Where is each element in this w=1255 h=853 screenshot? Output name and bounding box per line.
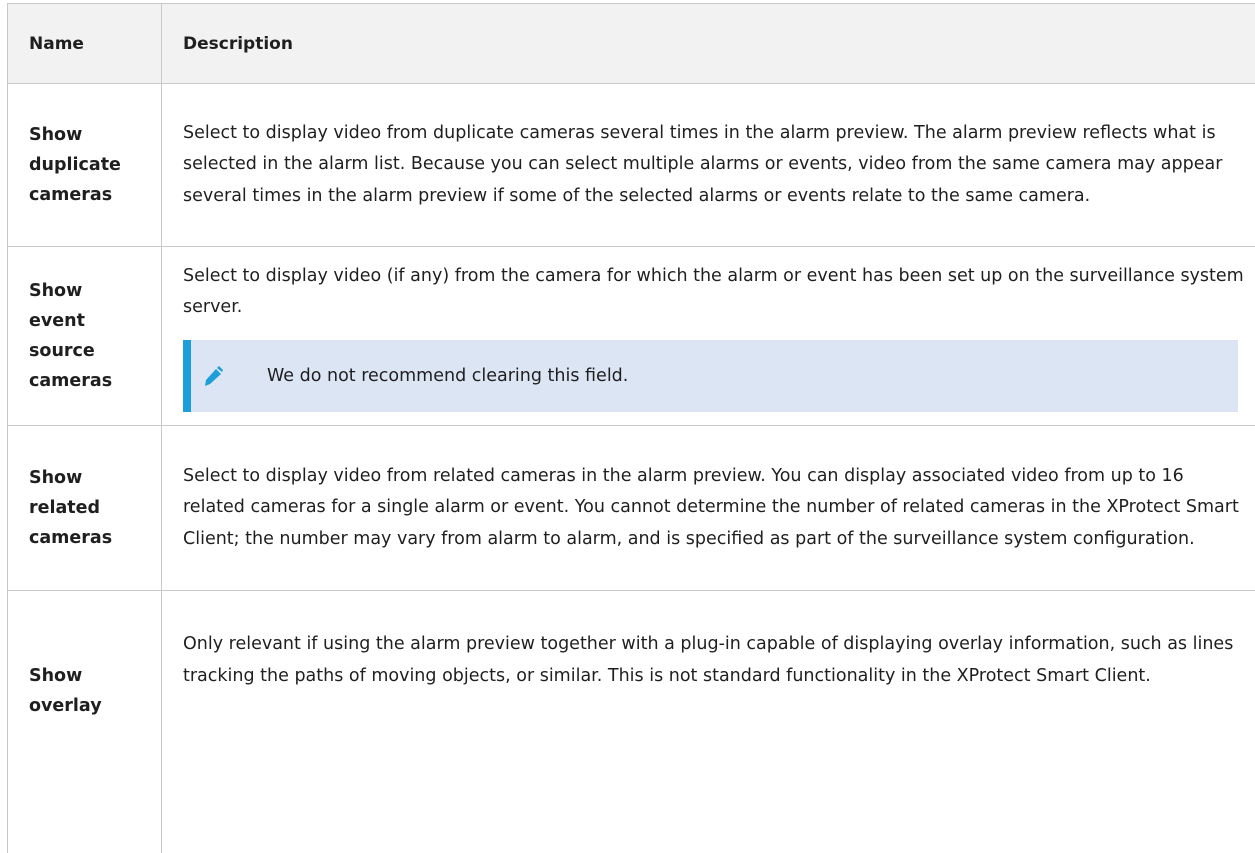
row-name-line: duplicate bbox=[29, 155, 121, 175]
row-name-cell: Show related cameras bbox=[8, 426, 162, 590]
header-name: Name bbox=[8, 4, 162, 83]
table-row: Show event source cameras Select to disp… bbox=[8, 247, 1255, 426]
row-name-line: related bbox=[29, 498, 101, 518]
settings-table: Name Description Show duplicate cameras … bbox=[7, 3, 1255, 853]
row-name-line: Show bbox=[29, 666, 83, 686]
row-description: Select to display video (if any) from th… bbox=[183, 265, 1244, 318]
table-header-row: Name Description bbox=[8, 4, 1255, 84]
row-name-cell: Show duplicate cameras bbox=[8, 84, 162, 246]
row-description: Select to display video from duplicate c… bbox=[183, 122, 1223, 206]
row-description-cell: Select to display video from duplicate c… bbox=[162, 84, 1255, 246]
row-name-line: event bbox=[29, 311, 85, 331]
table-row: Show related cameras Select to display v… bbox=[8, 426, 1255, 591]
note-text: We do not recommend clearing this field. bbox=[267, 365, 629, 386]
row-name-line: cameras bbox=[29, 185, 113, 205]
row-description-cell: Only relevant if using the alarm preview… bbox=[162, 591, 1255, 853]
row-name-line: Show bbox=[29, 125, 83, 145]
table-row: Show overlay Only relevant if using the … bbox=[8, 591, 1255, 853]
row-description: Only relevant if using the alarm preview… bbox=[183, 634, 1234, 686]
row-name-line: cameras bbox=[29, 371, 113, 391]
note-callout: We do not recommend clearing this field. bbox=[183, 339, 1238, 412]
row-name-line: Show bbox=[29, 468, 83, 488]
row-description-cell: Select to display video from related cam… bbox=[162, 426, 1255, 590]
row-description: Select to display video from related cam… bbox=[183, 465, 1239, 549]
table-row: Show duplicate cameras Select to display… bbox=[8, 84, 1255, 247]
header-description: Description bbox=[183, 33, 293, 54]
row-description-cell: Select to display video (if any) from th… bbox=[162, 247, 1255, 425]
row-name-line: overlay bbox=[29, 696, 102, 716]
row-name-line: source bbox=[29, 341, 95, 361]
row-name-cell: Show overlay bbox=[8, 591, 162, 853]
row-name-cell: Show event source cameras bbox=[8, 247, 162, 425]
pencil-icon bbox=[203, 364, 223, 388]
row-name-line: cameras bbox=[29, 528, 113, 548]
row-name-line: Show bbox=[29, 281, 83, 301]
